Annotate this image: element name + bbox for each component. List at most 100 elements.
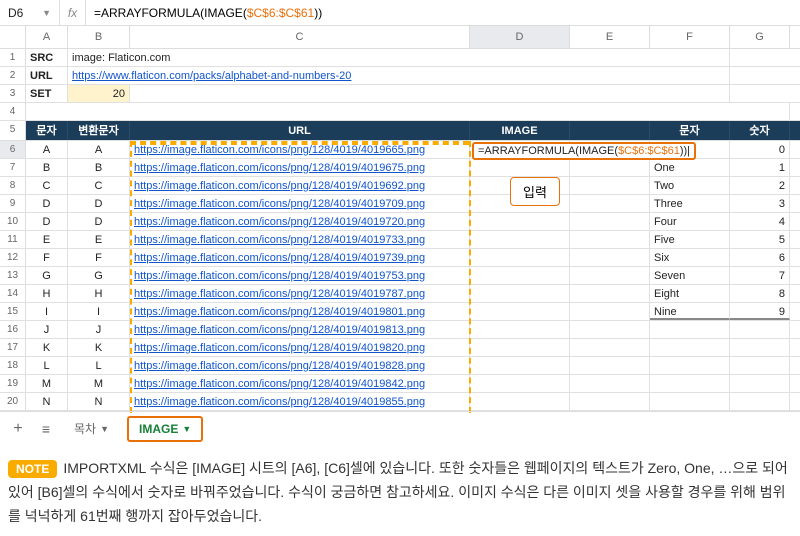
cell-f[interactable]: Three: [650, 195, 730, 212]
cell-e[interactable]: [570, 231, 650, 248]
col-G[interactable]: G: [730, 26, 790, 48]
row-num[interactable]: 18: [0, 357, 26, 374]
row-num[interactable]: 16: [0, 321, 26, 338]
cell-c[interactable]: https://image.flaticon.com/icons/png/128…: [130, 249, 470, 266]
cell-editor[interactable]: =ARRAYFORMULA(IMAGE($C$6:$C$61))|: [472, 142, 696, 160]
cell-g[interactable]: [730, 321, 790, 338]
cell-f[interactable]: Five: [650, 231, 730, 248]
row-num[interactable]: 8: [0, 177, 26, 194]
cell-f[interactable]: Seven: [650, 267, 730, 284]
cell-a[interactable]: L: [26, 357, 68, 374]
col-B[interactable]: B: [68, 26, 130, 48]
url-link[interactable]: https://image.flaticon.com/icons/png/128…: [134, 378, 425, 390]
cell-B3[interactable]: 20: [68, 85, 130, 102]
cell-B1[interactable]: image: Flaticon.com: [68, 49, 730, 66]
cell-d[interactable]: [470, 267, 570, 284]
cell-g[interactable]: 4: [730, 213, 790, 230]
cell-c[interactable]: https://image.flaticon.com/icons/png/128…: [130, 195, 470, 212]
cell-e[interactable]: [570, 321, 650, 338]
cell-g[interactable]: 1: [730, 159, 790, 176]
cell-b[interactable]: L: [68, 357, 130, 374]
cell-a[interactable]: D: [26, 195, 68, 212]
cell-c[interactable]: https://image.flaticon.com/icons/png/128…: [130, 393, 470, 410]
cell-e[interactable]: [570, 177, 650, 194]
row-num[interactable]: 6: [0, 141, 26, 158]
cell-b[interactable]: D: [68, 195, 130, 212]
cell-c[interactable]: https://image.flaticon.com/icons/png/128…: [130, 303, 470, 320]
cell-A3[interactable]: SET: [26, 85, 68, 102]
cell-e[interactable]: [570, 249, 650, 266]
url-link[interactable]: https://image.flaticon.com/icons/png/128…: [134, 306, 425, 318]
cell-b[interactable]: F: [68, 249, 130, 266]
row-num[interactable]: 20: [0, 393, 26, 410]
row-num[interactable]: 13: [0, 267, 26, 284]
url-link[interactable]: https://image.flaticon.com/icons/png/128…: [134, 252, 425, 264]
cell-a[interactable]: N: [26, 393, 68, 410]
cell-d[interactable]: [470, 375, 570, 392]
row-num[interactable]: 7: [0, 159, 26, 176]
url-link[interactable]: https://image.flaticon.com/icons/png/128…: [134, 144, 425, 156]
cell-f[interactable]: [650, 357, 730, 374]
cell-f[interactable]: [650, 321, 730, 338]
col-E[interactable]: E: [570, 26, 650, 48]
url-link[interactable]: https://image.flaticon.com/icons/png/128…: [134, 234, 425, 246]
cell-f[interactable]: [650, 375, 730, 392]
hdr-b[interactable]: 변환문자: [68, 121, 130, 140]
hdr-c[interactable]: URL: [130, 121, 470, 140]
hdr-e[interactable]: [570, 121, 650, 140]
cell-g[interactable]: 3: [730, 195, 790, 212]
url-link[interactable]: https://image.flaticon.com/icons/png/128…: [134, 270, 425, 282]
select-all[interactable]: [0, 26, 26, 48]
cell-g[interactable]: 6: [730, 249, 790, 266]
cell-c[interactable]: https://image.flaticon.com/icons/png/128…: [130, 285, 470, 302]
hdr-d[interactable]: IMAGE: [470, 121, 570, 140]
cell-d[interactable]: [470, 285, 570, 302]
row-num[interactable]: 11: [0, 231, 26, 248]
cell-a[interactable]: K: [26, 339, 68, 356]
url-link[interactable]: https://image.flaticon.com/icons/png/128…: [134, 396, 425, 408]
cell-d[interactable]: [470, 357, 570, 374]
add-sheet-button[interactable]: +: [8, 420, 28, 438]
url-link[interactable]: https://image.flaticon.com/icons/png/128…: [134, 342, 425, 354]
url-link[interactable]: https://image.flaticon.com/icons/png/128…: [134, 324, 425, 336]
cell-g[interactable]: 2: [730, 177, 790, 194]
cell-f[interactable]: Eight: [650, 285, 730, 302]
cell-a[interactable]: H: [26, 285, 68, 302]
cell-d[interactable]: [470, 321, 570, 338]
row-num[interactable]: 10: [0, 213, 26, 230]
cell-d[interactable]: [470, 393, 570, 410]
cell-b[interactable]: D: [68, 213, 130, 230]
cell-a[interactable]: F: [26, 249, 68, 266]
col-C[interactable]: C: [130, 26, 470, 48]
tab-image[interactable]: IMAGE▼: [127, 416, 203, 442]
cell-a[interactable]: J: [26, 321, 68, 338]
cell-b[interactable]: H: [68, 285, 130, 302]
cell-b[interactable]: N: [68, 393, 130, 410]
url-link[interactable]: https://image.flaticon.com/icons/png/128…: [134, 360, 425, 372]
cell-e[interactable]: [570, 267, 650, 284]
cell-e[interactable]: [570, 159, 650, 176]
hdr-f[interactable]: 문자: [650, 121, 730, 140]
cell-b[interactable]: B: [68, 159, 130, 176]
row-num[interactable]: 17: [0, 339, 26, 356]
cell-a[interactable]: C: [26, 177, 68, 194]
cell-a[interactable]: A: [26, 141, 68, 158]
cell-f[interactable]: Two: [650, 177, 730, 194]
cell-b[interactable]: I: [68, 303, 130, 320]
hdr-g[interactable]: 숫자: [730, 121, 790, 140]
cell-g[interactable]: 0: [730, 141, 790, 158]
cell-c[interactable]: https://image.flaticon.com/icons/png/128…: [130, 231, 470, 248]
cell-a[interactable]: D: [26, 213, 68, 230]
cell-A2[interactable]: URL: [26, 67, 68, 84]
cell-e[interactable]: [570, 339, 650, 356]
cell-c[interactable]: https://image.flaticon.com/icons/png/128…: [130, 357, 470, 374]
col-F[interactable]: F: [650, 26, 730, 48]
cell-f[interactable]: Nine: [650, 303, 730, 320]
cell-f[interactable]: Four: [650, 213, 730, 230]
hdr-a[interactable]: 문자: [26, 121, 68, 140]
cell-b[interactable]: G: [68, 267, 130, 284]
cell-a[interactable]: B: [26, 159, 68, 176]
cell-c[interactable]: https://image.flaticon.com/icons/png/128…: [130, 321, 470, 338]
row-num[interactable]: 9: [0, 195, 26, 212]
row-num[interactable]: 12: [0, 249, 26, 266]
